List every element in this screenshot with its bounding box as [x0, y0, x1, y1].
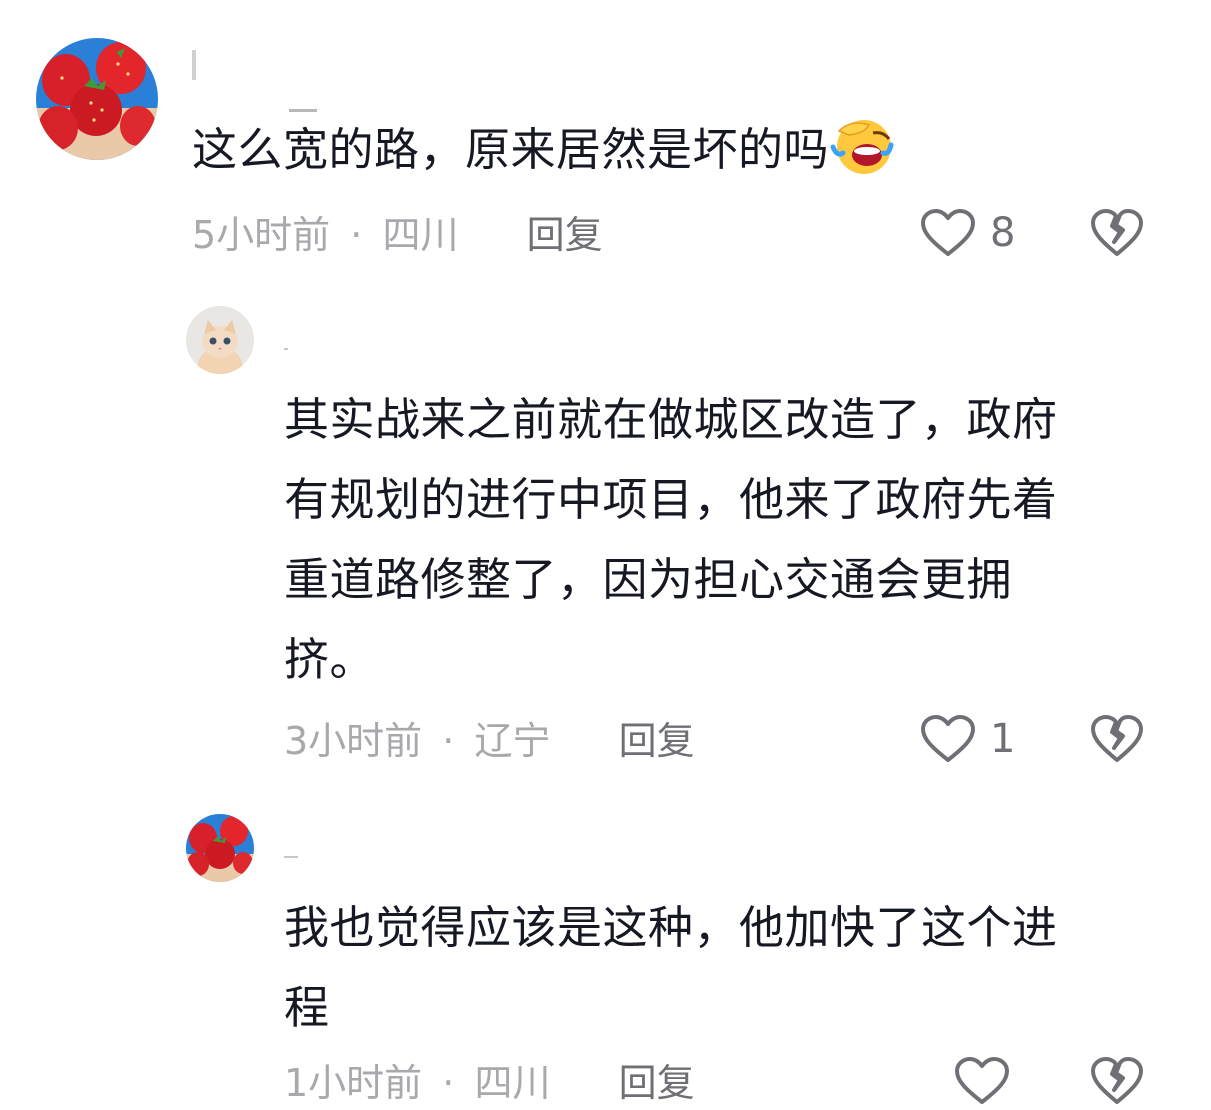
comment-meta: 5小时前 · 四川 回复	[192, 210, 603, 260]
reply-button[interactable]: 回复	[619, 1061, 695, 1105]
dislike-button[interactable]	[1090, 1056, 1144, 1106]
broken-heart-icon	[1091, 209, 1143, 256]
comment-time: 1小时前	[284, 1061, 423, 1105]
dislike-button[interactable]	[1090, 714, 1144, 764]
comment-time: 3小时前	[284, 719, 423, 763]
comment-text-content: 这么宽的路，原来居然是坏的吗	[192, 123, 830, 176]
comment-text-line: 重道路修整了，因为担心交通会更拥	[284, 553, 1013, 606]
comment-text-line: 程	[284, 981, 330, 1034]
reply-button[interactable]: 回复	[527, 213, 603, 257]
comment-text: 我也觉得应该是这种，他加快了这个进 程	[284, 888, 1164, 1048]
laughing-crying-emoji-icon	[829, 111, 895, 177]
avatar[interactable]	[36, 38, 158, 160]
comment-meta: 3小时前 · 辽宁 回复	[284, 716, 695, 766]
meta-separator: ·	[442, 719, 455, 763]
like-button[interactable]: 8	[920, 208, 1015, 258]
avatar[interactable]	[186, 306, 254, 374]
heart-outline-icon	[921, 715, 975, 762]
comment-text-line: 有规划的进行中项目，他来了政府先着	[284, 473, 1058, 526]
avatar[interactable]	[186, 814, 254, 882]
comment-text-line: 其实战来之前就在做城区改造了，政府	[284, 393, 1058, 446]
comment-time: 5小时前	[192, 213, 331, 257]
username-redacted[interactable]	[192, 46, 322, 112]
heart-outline-icon	[955, 1057, 1009, 1104]
reply-button[interactable]: 回复	[619, 719, 695, 763]
comment-text-line: 我也觉得应该是这种，他加快了这个进	[284, 901, 1058, 954]
dislike-button[interactable]	[1090, 208, 1144, 258]
username-redacted[interactable]	[284, 330, 324, 370]
like-button[interactable]: 1	[920, 714, 1015, 764]
heart-outline-icon	[921, 209, 975, 256]
comment-text: 这么宽的路，原来居然是坏的吗	[192, 110, 1152, 190]
like-count: 8	[990, 210, 1016, 256]
like-button[interactable]	[954, 1056, 1010, 1106]
comment-text: 其实战来之前就在做城区改造了，政府 有规划的进行中项目，他来了政府先着 重道路修…	[284, 380, 1164, 700]
meta-separator: ·	[350, 213, 363, 257]
meta-separator: ·	[442, 1061, 455, 1105]
comment-meta: 1小时前 · 四川 回复	[284, 1058, 695, 1108]
broken-heart-icon	[1091, 1057, 1143, 1104]
broken-heart-icon	[1091, 715, 1143, 762]
comment-location: 四川	[382, 213, 459, 257]
comment-location: 辽宁	[474, 719, 551, 763]
comment-text-line: 挤。	[284, 633, 376, 686]
username-redacted[interactable]	[284, 838, 324, 878]
comment-location: 四川	[474, 1061, 551, 1105]
like-count: 1	[990, 716, 1016, 762]
